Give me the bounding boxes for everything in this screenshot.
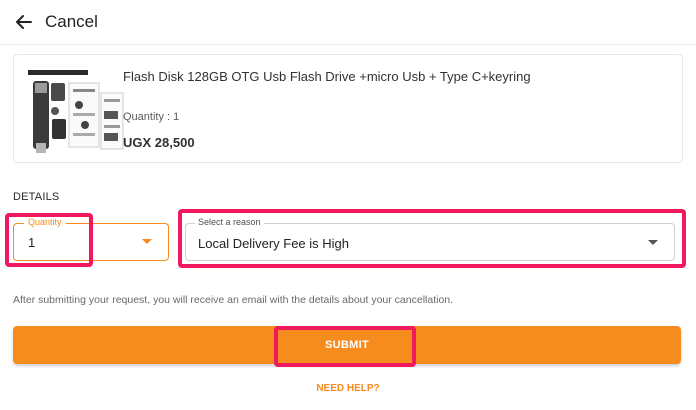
reason-label: Select a reason (195, 217, 264, 228)
product-card: Flash Disk 128GB OTG Usb Flash Drive +mi… (13, 54, 683, 163)
reason-select[interactable]: Select a reason Local Delivery Fee is Hi… (185, 217, 675, 261)
product-price: UGX 28,500 (123, 135, 195, 150)
need-help-link[interactable]: NEED HELP? (0, 383, 696, 394)
caret-down-icon (142, 239, 152, 244)
reason-value: Local Delivery Fee is High (198, 236, 350, 251)
cancellation-info-text: After submitting your request, you will … (13, 294, 454, 306)
details-heading: DETAILS (13, 191, 60, 203)
product-name: Flash Disk 128GB OTG Usb Flash Drive +mi… (123, 69, 531, 84)
product-quantity: Quantity : 1 (123, 111, 180, 123)
quantity-value: 1 (28, 235, 36, 250)
header: Cancel (0, 0, 696, 45)
submit-button[interactable]: SUBMIT (13, 326, 681, 364)
back-button[interactable] (14, 12, 34, 32)
usb-flash-drive-image (25, 67, 127, 155)
caret-down-icon (648, 240, 658, 245)
quantity-select[interactable]: Quantity 1 (13, 217, 169, 261)
arrow-left-icon (16, 15, 32, 29)
quantity-label: Quantity (24, 217, 66, 228)
cancel-order-page: Cancel Flash Disk 128GB OTG Usb Flash Dr… (0, 0, 696, 410)
page-title: Cancel (45, 12, 98, 31)
